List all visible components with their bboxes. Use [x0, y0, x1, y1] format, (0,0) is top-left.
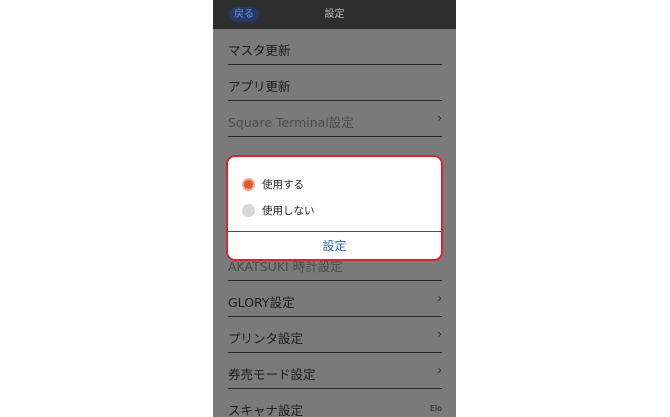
list-item-label: Square Terminal設定 — [228, 115, 354, 130]
list-item-glory[interactable]: GLORY設定 › — [228, 281, 442, 317]
list-item-scanner[interactable]: スキャナ設定 Elo — [228, 389, 442, 417]
list-item-square-terminal[interactable]: Square Terminal設定 › — [228, 101, 442, 137]
back-button[interactable]: 戻る — [229, 7, 259, 22]
option-not-use[interactable]: 使用しない — [242, 203, 422, 219]
radio-unselected-icon[interactable] — [242, 204, 255, 217]
list-item-label: プリンタ設定 — [228, 331, 304, 346]
chevron-right-icon: › — [437, 363, 442, 377]
option-label: 使用しない — [262, 205, 315, 217]
list-item-master-update[interactable]: マスタ更新 — [228, 29, 442, 65]
list-item-ticket-mode[interactable]: 券売モード設定 › — [228, 353, 442, 389]
chevron-right-icon: › — [437, 291, 442, 305]
option-use[interactable]: 使用する — [242, 177, 422, 193]
chevron-right-icon: › — [437, 327, 442, 341]
confirm-button[interactable]: 設定 — [228, 232, 441, 259]
elo-badge: Elo — [429, 404, 442, 413]
header-bar: 戻る 設定 — [213, 0, 456, 29]
list-item-label: GLORY設定 — [228, 295, 295, 310]
chevron-right-icon: › — [437, 111, 442, 125]
list-item-label: 券売モード設定 — [228, 367, 316, 382]
list-item-label: マスタ更新 — [228, 43, 291, 58]
list-item-label: アプリ更新 — [228, 79, 291, 94]
usage-dialog: 使用する 使用しない 設定 — [226, 155, 443, 261]
list-item-app-update[interactable]: アプリ更新 — [228, 65, 442, 101]
radio-selected-icon[interactable] — [242, 178, 255, 191]
option-label: 使用する — [262, 179, 304, 191]
list-item-printer[interactable]: プリンタ設定 › — [228, 317, 442, 353]
list-item-label: スキャナ設定 — [228, 403, 304, 417]
